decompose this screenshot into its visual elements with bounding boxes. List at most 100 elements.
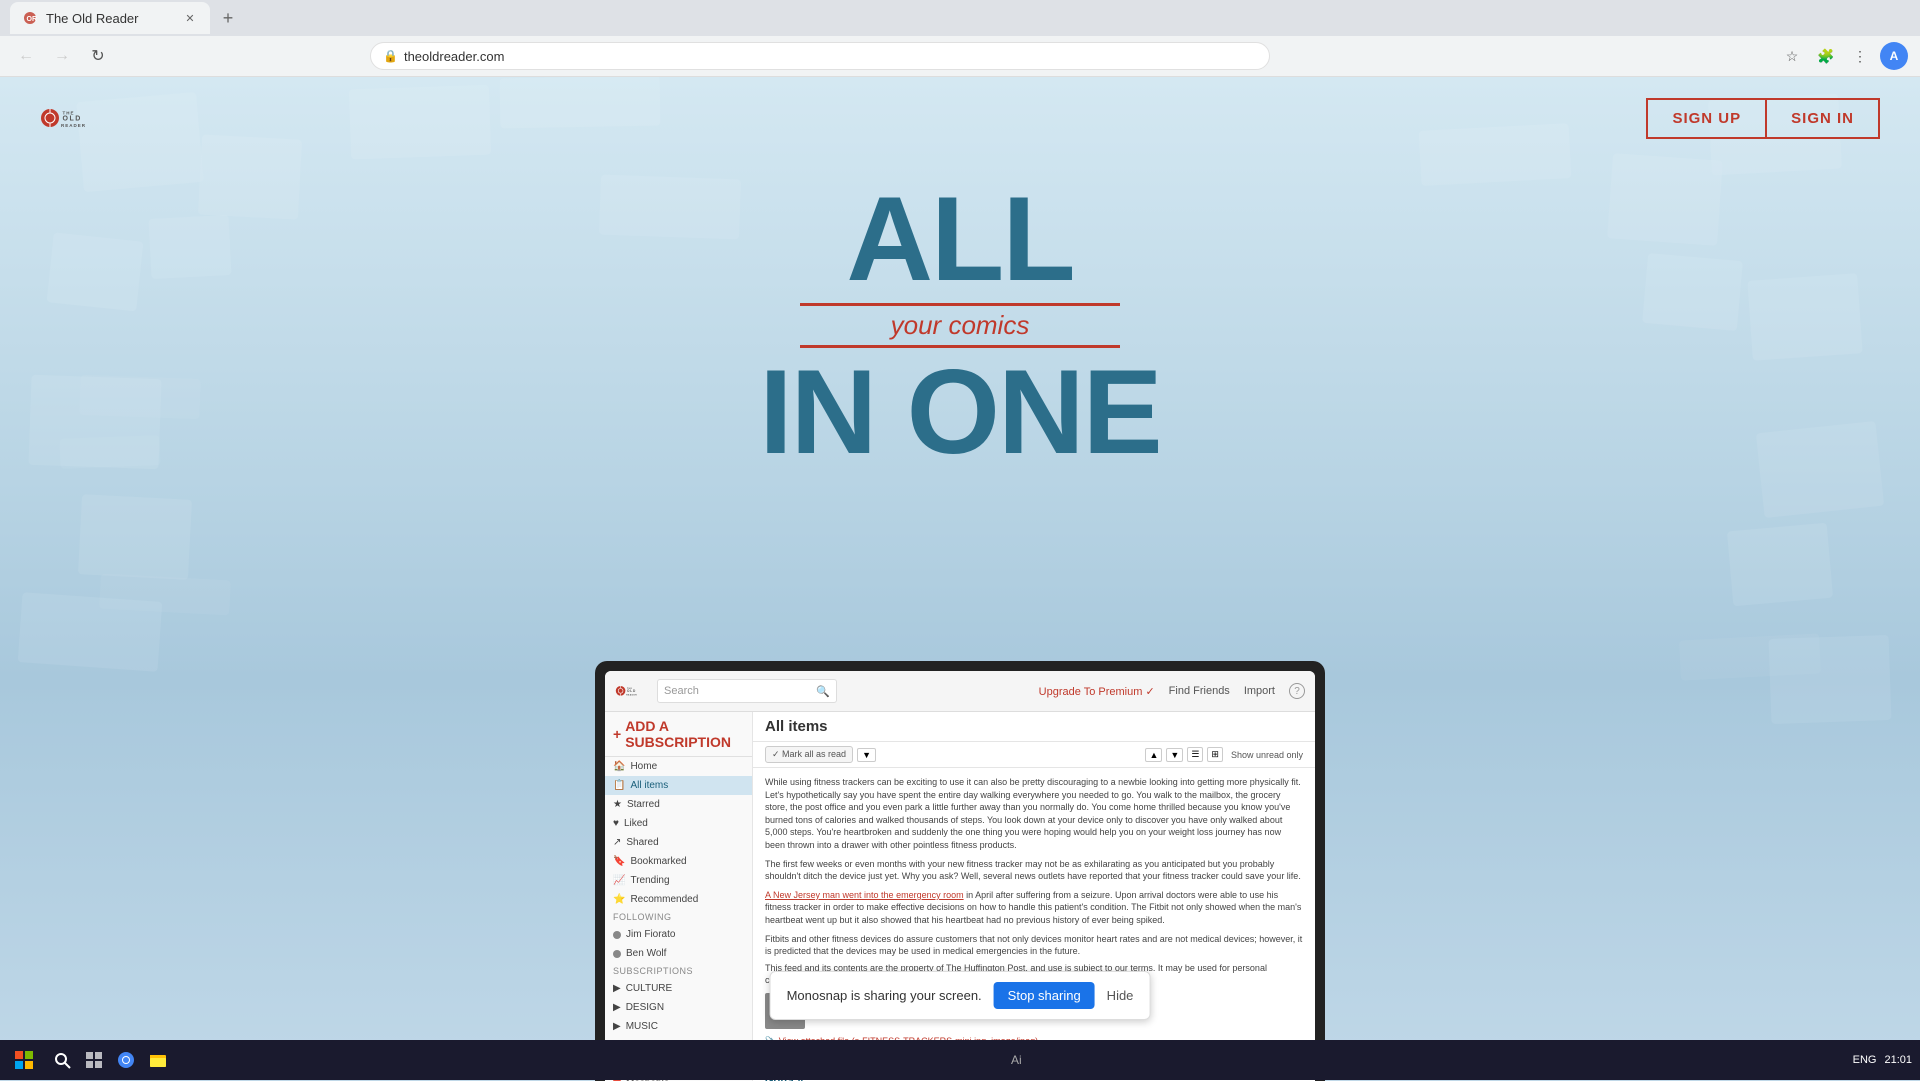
hide-button[interactable]: Hide <box>1107 988 1134 1003</box>
mark-all-read-button[interactable]: ✓ Mark all as read <box>765 746 853 763</box>
sidebar-item-ben[interactable]: Ben Wolf <box>605 944 752 963</box>
article-paragraph-3: A New Jersey man went into the emergency… <box>765 889 1303 927</box>
expand-icon-2: ▶ <box>613 1002 621 1013</box>
tab-close-button[interactable]: ✕ <box>182 10 198 26</box>
active-tab[interactable]: OR The Old Reader ✕ <box>10 2 210 34</box>
svg-text:READER: READER <box>61 123 86 128</box>
mockup-main-header: All items <box>753 712 1315 742</box>
help-icon[interactable]: ? <box>1289 683 1305 699</box>
sidebar-item-liked[interactable]: ♥ Liked <box>605 814 752 833</box>
expand-icon-3: ▶ <box>613 1021 621 1032</box>
person-icon-2 <box>613 950 621 958</box>
person-icon <box>613 931 621 939</box>
sidebar-item-music[interactable]: ▶ MUSIC <box>605 1017 752 1036</box>
more-button[interactable]: ⋮ <box>1846 42 1874 70</box>
sidebar-item-home[interactable]: 🏠 Home <box>605 757 752 776</box>
screen-share-message: Monosnap is sharing your screen. <box>787 988 982 1003</box>
article-link[interactable]: A New Jersey man went into the emergency… <box>765 890 964 900</box>
sidebar-item-recommended[interactable]: ⭐ Recommended <box>605 890 752 909</box>
signin-button[interactable]: SIGN IN <box>1765 100 1878 137</box>
svg-text:OLD: OLD <box>627 689 636 693</box>
trending-icon: 📈 <box>613 875 625 886</box>
taskbar-time: 21:01 <box>1884 1054 1912 1066</box>
shared-icon: ↗ <box>613 837 621 848</box>
sidebar-item-shared[interactable]: ↗ Shared <box>605 833 752 852</box>
toolbar-actions: ☆ 🧩 ⋮ A <box>1778 42 1908 70</box>
mockup-logo: THE OLD READER <box>615 677 647 705</box>
article-paragraph-1: While using fitness trackers can be exci… <box>765 776 1303 852</box>
svg-text:OR: OR <box>27 16 38 23</box>
hero-section: ALL your comics IN ONE <box>0 159 1920 472</box>
mockup-actions: Upgrade To Premium ✓ Find Friends Import… <box>1039 683 1305 699</box>
extensions-button[interactable]: 🧩 <box>1812 42 1840 70</box>
language-indicator: ENG <box>1853 1054 1877 1066</box>
mockup-main: All items ✓ Mark all as read ▼ ▲ ▼ ☰ ⊞ S… <box>753 712 1315 1081</box>
address-bar[interactable]: 🔒 theoldreader.com <box>370 42 1270 70</box>
upgrade-link[interactable]: Upgrade To Premium ✓ <box>1039 685 1155 698</box>
tab-title: The Old Reader <box>46 11 139 26</box>
show-unread-btn[interactable]: Show unread only <box>1231 750 1303 760</box>
url-text: theoldreader.com <box>404 49 504 64</box>
taskbar: Ai ENG 21:01 <box>0 1040 1920 1080</box>
all-items-title: All items <box>765 718 828 735</box>
plus-icon: + <box>613 726 621 742</box>
signup-button[interactable]: SIGN UP <box>1648 100 1765 137</box>
view-controls: ▲ ▼ ☰ ⊞ Show unread only <box>1145 747 1303 762</box>
stop-sharing-button[interactable]: Stop sharing <box>994 982 1095 1009</box>
profile-button[interactable]: A <box>1880 42 1908 70</box>
article-paragraph-4: Fitbits and other fitness devices do ass… <box>765 933 1303 958</box>
expand-view-btn[interactable]: ▲ <box>1145 748 1162 762</box>
forward-button[interactable]: → <box>48 42 76 70</box>
expand-icon: ▶ <box>613 983 621 994</box>
taskbar-ai-section: Ai <box>1003 1053 1022 1067</box>
screen-share-notification: Monosnap is sharing your screen. Stop sh… <box>770 971 1151 1020</box>
hero-all-text: ALL <box>0 179 1920 299</box>
add-subscription-button[interactable]: + ADD A SUBSCRIPTION <box>605 712 752 757</box>
taskbar-right: ENG 21:01 <box>1853 1054 1912 1066</box>
sidebar-item-jim[interactable]: Jim Fiorato <box>605 925 752 944</box>
tab-favicon: OR <box>22 10 38 26</box>
import-link[interactable]: Import <box>1244 685 1275 697</box>
liked-icon: ♥ <box>613 818 619 829</box>
page-content: THE OLD READER SIGN UP SIGN IN ALL your … <box>0 77 1920 1081</box>
chrome-taskbar-icon[interactable] <box>112 1046 140 1074</box>
taskbar-icons <box>48 1046 172 1074</box>
recommended-icon: ⭐ <box>613 894 625 905</box>
mockup-toolbar: ✓ Mark all as read ▼ ▲ ▼ ☰ ⊞ Show unread… <box>753 742 1315 768</box>
mockup-search-placeholder: Search <box>664 685 699 697</box>
all-items-icon: 📋 <box>613 780 625 791</box>
toolbar-dropdown-icon[interactable]: ▼ <box>857 748 876 762</box>
nav-buttons: SIGN UP SIGN IN <box>1646 98 1880 139</box>
mockup-search-input[interactable]: Search 🔍 <box>657 679 837 703</box>
mockup-article: While using fitness trackers can be exci… <box>753 768 1315 1081</box>
sidebar-item-trending[interactable]: 📈 Trending <box>605 871 752 890</box>
star-icon: ★ <box>613 799 622 810</box>
card-view-btn[interactable]: ⊞ <box>1207 747 1223 762</box>
search-taskbar-icon[interactable] <box>48 1046 76 1074</box>
logo-svg: THE OLD READER <box>40 93 100 143</box>
hero-in-one-text: IN ONE <box>0 352 1920 472</box>
new-tab-button[interactable]: + <box>214 4 242 32</box>
list-view-btn[interactable]: ☰ <box>1187 747 1203 762</box>
mockup-topbar: THE OLD READER Search 🔍 Upgrade To Premi… <box>605 671 1315 712</box>
svg-text:THE: THE <box>63 111 75 116</box>
sidebar-item-design[interactable]: ▶ DESIGN <box>605 998 752 1017</box>
bookmark-star-button[interactable]: ☆ <box>1778 42 1806 70</box>
collapse-view-btn[interactable]: ▼ <box>1166 748 1183 762</box>
lock-icon: 🔒 <box>383 49 398 63</box>
mockup-body: + ADD A SUBSCRIPTION 🏠 Home 📋 All items … <box>605 712 1315 1081</box>
svg-text:OLD: OLD <box>63 116 82 123</box>
back-button[interactable]: ← <box>12 42 40 70</box>
mockup-sidebar: + ADD A SUBSCRIPTION 🏠 Home 📋 All items … <box>605 712 753 1081</box>
sidebar-item-all-items[interactable]: 📋 All items <box>605 776 752 795</box>
sidebar-item-starred[interactable]: ★ Starred <box>605 795 752 814</box>
start-button[interactable] <box>8 1044 40 1076</box>
task-view-icon[interactable] <box>80 1046 108 1074</box>
sidebar-item-culture[interactable]: ▶ CULTURE <box>605 979 752 998</box>
find-friends-link[interactable]: Find Friends <box>1169 685 1230 697</box>
sidebar-item-bookmarked[interactable]: 🔖 Bookmarked <box>605 852 752 871</box>
reload-button[interactable]: ↻ <box>84 42 112 70</box>
explorer-taskbar-icon[interactable] <box>144 1046 172 1074</box>
svg-text:READER: READER <box>626 694 637 697</box>
following-section-header: FOLLOWING <box>605 909 752 925</box>
